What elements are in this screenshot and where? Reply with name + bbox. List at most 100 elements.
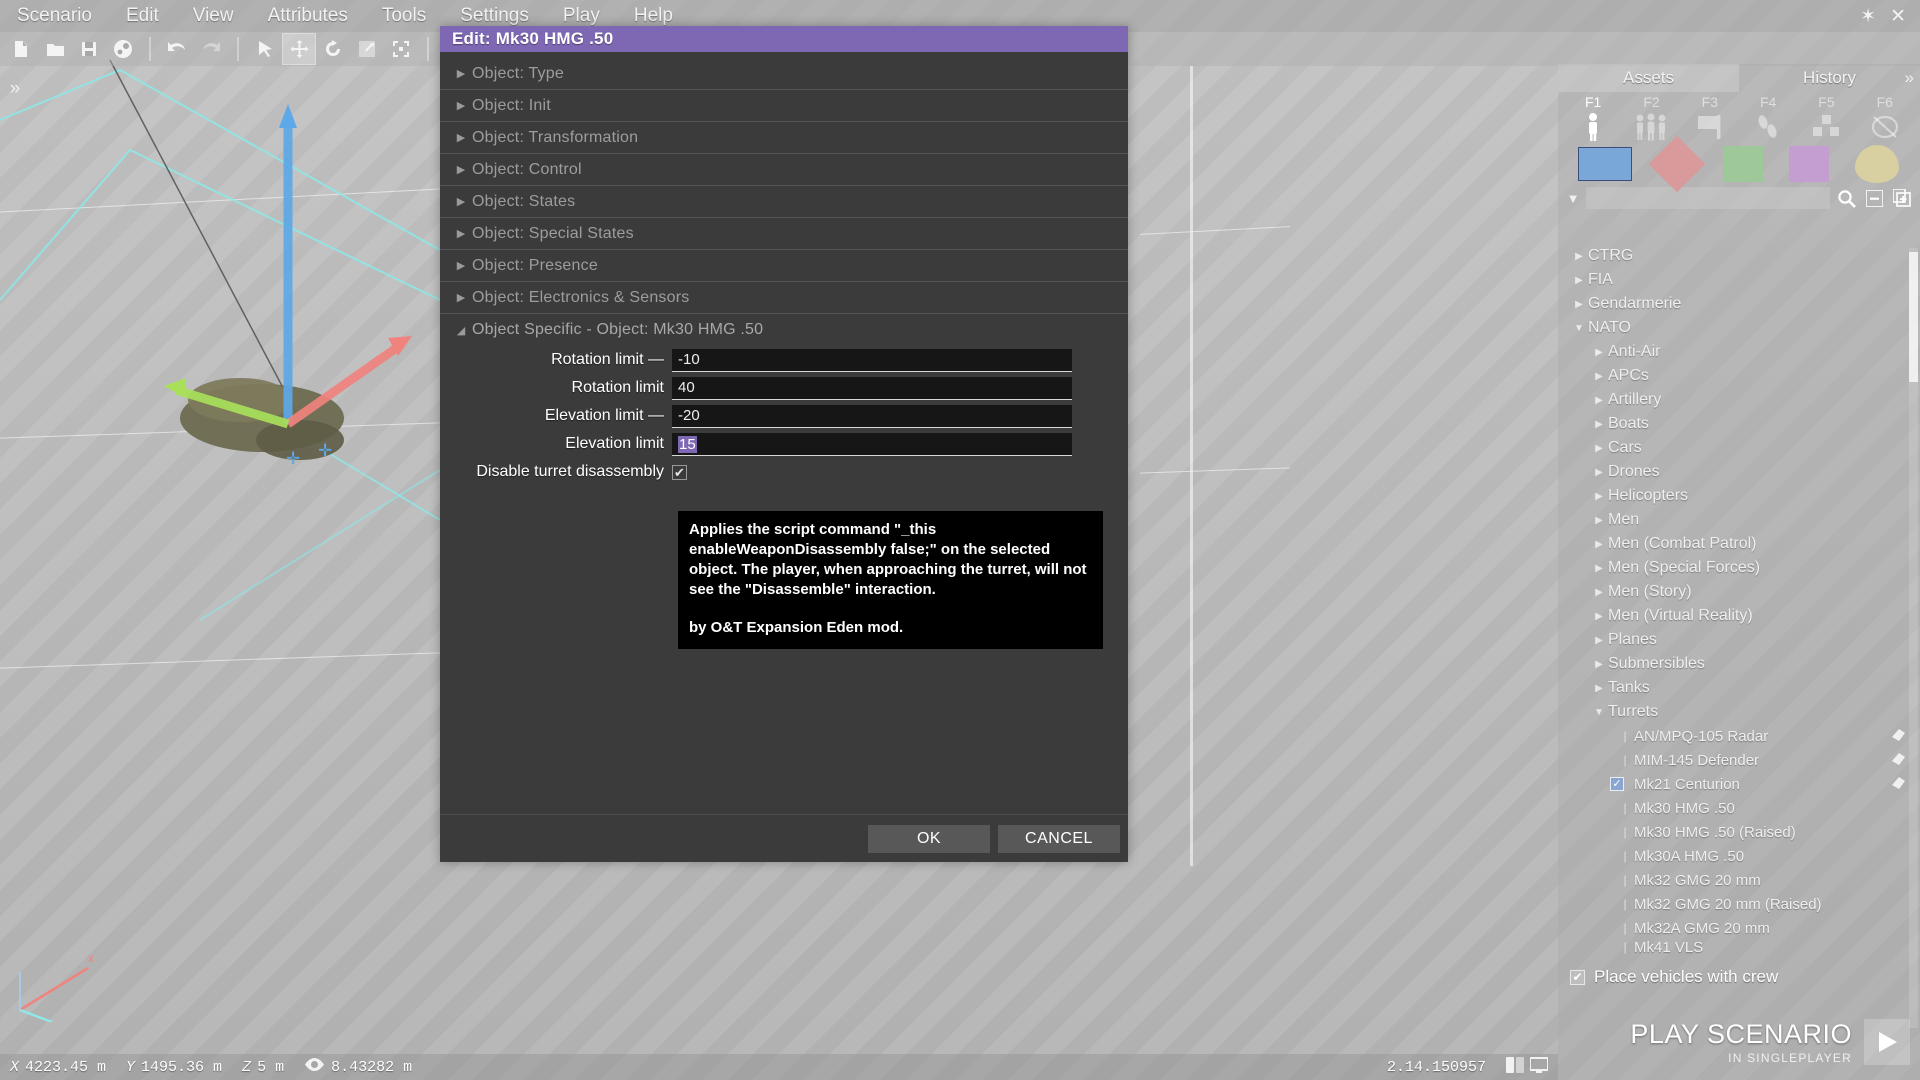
view-distance-value: 8.43282 m xyxy=(331,1058,413,1076)
tree-item-mim-145-defender[interactable]: | MIM-145 Defender xyxy=(1564,748,1920,772)
scrollbar-thumb[interactable] xyxy=(1909,252,1918,382)
fkey-systems[interactable]: F4 xyxy=(1739,94,1797,144)
select-tool-icon[interactable] xyxy=(249,34,281,64)
tree-item-men[interactable]: ▶ Men xyxy=(1564,508,1920,532)
menu-tools[interactable]: Tools xyxy=(365,0,443,32)
section-object-specific[interactable]: ◢ Object Specific - Object: Mk30 HMG .50 xyxy=(440,314,1128,346)
section-object-presence[interactable]: ▶ Object: Presence xyxy=(440,250,1128,282)
chevron-down-icon[interactable]: ▼ xyxy=(1564,191,1582,206)
rotate-tool-icon[interactable] xyxy=(317,34,349,64)
open-folder-icon[interactable] xyxy=(39,34,71,64)
menu-attributes[interactable]: Attributes xyxy=(251,0,365,32)
steam-icon[interactable] xyxy=(107,34,139,64)
redo-icon[interactable] xyxy=(195,34,227,64)
tree-item-label: CTRG xyxy=(1588,247,1634,264)
section-object-special-states[interactable]: ▶ Object: Special States xyxy=(440,218,1128,250)
tree-item-mk30-hmg-50[interactable]: | Mk30 HMG .50 xyxy=(1564,796,1920,820)
fkey-markers[interactable]: F6 xyxy=(1856,94,1914,144)
elevation-limit-min-input[interactable] xyxy=(672,404,1072,428)
fkey-units[interactable]: F1 xyxy=(1564,94,1622,144)
tree-item-label: APCs xyxy=(1608,367,1649,384)
new-file-icon[interactable] xyxy=(5,34,37,64)
rotation-limit-max-input[interactable] xyxy=(672,376,1072,400)
tree-item-cars[interactable]: ▶ Cars xyxy=(1564,436,1920,460)
asset-tree-scrollbar[interactable] xyxy=(1909,248,1918,1028)
play-triangle-icon[interactable] xyxy=(1864,1019,1910,1065)
expand-panel-icon[interactable]: » xyxy=(1905,68,1914,88)
place-vehicles-with-crew-row[interactable]: ✔ Place vehicles with crew xyxy=(1558,962,1920,992)
tree-item-helicopters[interactable]: ▶ Helicopters xyxy=(1564,484,1920,508)
cancel-button[interactable]: CANCEL xyxy=(998,824,1120,853)
tree-item-mk30a-hmg-50[interactable]: | Mk30A HMG .50 xyxy=(1564,844,1920,868)
tree-item-fia[interactable]: ▶ FIA xyxy=(1564,268,1920,292)
tree-item-boats[interactable]: ▶ Boats xyxy=(1564,412,1920,436)
tree-item-men-story[interactable]: ▶ Men (Story) xyxy=(1564,580,1920,604)
play-scenario-area[interactable]: PLAY SCENARIO IN SINGLEPLAYER xyxy=(1558,1004,1920,1080)
rotation-limit-min-input[interactable] xyxy=(672,348,1072,372)
collapse-all-icon[interactable] xyxy=(1862,186,1886,210)
tree-item-label: Mk32 GMG 20 mm xyxy=(1634,871,1761,889)
fkey-objects[interactable]: F3 xyxy=(1681,94,1739,144)
undo-icon[interactable] xyxy=(161,34,193,64)
empty-swatch[interactable] xyxy=(1855,145,1899,183)
ok-button[interactable]: OK xyxy=(868,824,990,853)
fkey-modules[interactable]: F5 xyxy=(1797,94,1855,144)
tree-item-label: Men xyxy=(1608,511,1640,528)
disable-turret-disassembly-checkbox[interactable]: ✔ xyxy=(672,464,687,480)
tree-item-submersibles[interactable]: ▶ Submersibles xyxy=(1564,652,1920,676)
tree-item-men-special-forces[interactable]: ▶ Men (Special Forces) xyxy=(1564,556,1920,580)
section-object-type[interactable]: ▶ Object: Type xyxy=(440,58,1128,90)
civilian-swatch[interactable] xyxy=(1789,146,1829,182)
tree-item-nato[interactable]: ▼ NATO xyxy=(1564,316,1920,340)
collapse-left-panel-icon[interactable]: » xyxy=(4,76,26,102)
section-object-init[interactable]: ▶ Object: Init xyxy=(440,90,1128,122)
blufor-swatch[interactable] xyxy=(1578,147,1632,181)
bounds-tool-icon[interactable] xyxy=(385,34,417,64)
tree-item-tanks[interactable]: ▶ Tanks xyxy=(1564,676,1920,700)
tree-item-mk32-gmg-20mm[interactable]: | Mk32 GMG 20 mm xyxy=(1564,868,1920,892)
tree-item-anti-air[interactable]: ▶ Anti-Air xyxy=(1564,340,1920,364)
move-tool-icon[interactable] xyxy=(282,33,316,65)
tree-item-planes[interactable]: ▶ Planes xyxy=(1564,628,1920,652)
tree-item-mk21-centurion[interactable]: ✓ | Mk21 Centurion xyxy=(1564,772,1920,796)
tab-assets[interactable]: Assets xyxy=(1558,64,1739,92)
pin-icon[interactable]: ✶ xyxy=(1860,5,1876,28)
fkey-groups[interactable]: F2 xyxy=(1622,94,1680,144)
tree-item-mk32a-gmg-20mm[interactable]: | Mk32A GMG 20 mm xyxy=(1564,916,1920,940)
menu-view[interactable]: View xyxy=(176,0,251,32)
tree-item-drones[interactable]: ▶ Drones xyxy=(1564,460,1920,484)
copy-icon[interactable] xyxy=(1890,186,1914,210)
tree-item-artillery[interactable]: ▶ Artillery xyxy=(1564,388,1920,412)
screen-icon[interactable] xyxy=(1529,1056,1549,1078)
section-object-electronics-sensors[interactable]: ▶ Object: Electronics & Sensors xyxy=(440,282,1128,314)
section-object-control[interactable]: ▶ Object: Control xyxy=(440,154,1128,186)
tab-history[interactable]: History xyxy=(1739,64,1920,92)
save-icon[interactable] xyxy=(73,34,105,64)
tree-item-mk41-vls[interactable]: | Mk41 VLS xyxy=(1564,940,1920,954)
tree-item-men-combat-patrol[interactable]: ▶ Men (Combat Patrol) xyxy=(1564,532,1920,556)
chevron-right-icon: ▶ xyxy=(1595,586,1603,598)
tree-item-apcs[interactable]: ▶ APCs xyxy=(1564,364,1920,388)
tree-item-turrets[interactable]: ▼ Turrets xyxy=(1564,700,1920,724)
place-vehicles-with-crew-checkbox[interactable]: ✔ xyxy=(1570,969,1585,985)
asset-selected-checkbox[interactable]: ✓ xyxy=(1610,777,1624,791)
search-input[interactable] xyxy=(1586,187,1830,209)
elevation-limit-max-input[interactable] xyxy=(672,432,1072,456)
tree-item-ctrg[interactable]: ▶ CTRG xyxy=(1564,244,1920,268)
section-object-states[interactable]: ▶ Object: States xyxy=(440,186,1128,218)
tree-item-an-mpq-105-radar[interactable]: | AN/MPQ-105 Radar xyxy=(1564,724,1920,748)
tree-item-mk30-hmg-50-raised[interactable]: | Mk30 HMG .50 (Raised) xyxy=(1564,820,1920,844)
section-object-transformation[interactable]: ▶ Object: Transformation xyxy=(440,122,1128,154)
tree-item-men-virtual-reality[interactable]: ▶ Men (Virtual Reality) xyxy=(1564,604,1920,628)
scale-tool-icon[interactable] xyxy=(351,34,383,64)
close-icon[interactable]: ✕ xyxy=(1890,5,1906,28)
tree-item-mk32-gmg-20mm-raised[interactable]: | Mk32 GMG 20 mm (Raised) xyxy=(1564,892,1920,916)
menu-edit[interactable]: Edit xyxy=(109,0,176,32)
tree-item-gendarmerie[interactable]: ▶ Gendarmerie xyxy=(1564,292,1920,316)
asset-tree[interactable]: ▶ CTRG ▶ FIA ▶ Gendarmerie ▼ NATO ▶ Anti-Air … xyxy=(1558,244,1920,1034)
menu-scenario[interactable]: Scenario xyxy=(0,0,109,32)
grid-snap-icon[interactable] xyxy=(1506,1056,1524,1078)
search-icon[interactable] xyxy=(1834,186,1858,210)
independent-swatch[interactable] xyxy=(1723,146,1763,182)
fkey-label: F2 xyxy=(1643,94,1660,110)
